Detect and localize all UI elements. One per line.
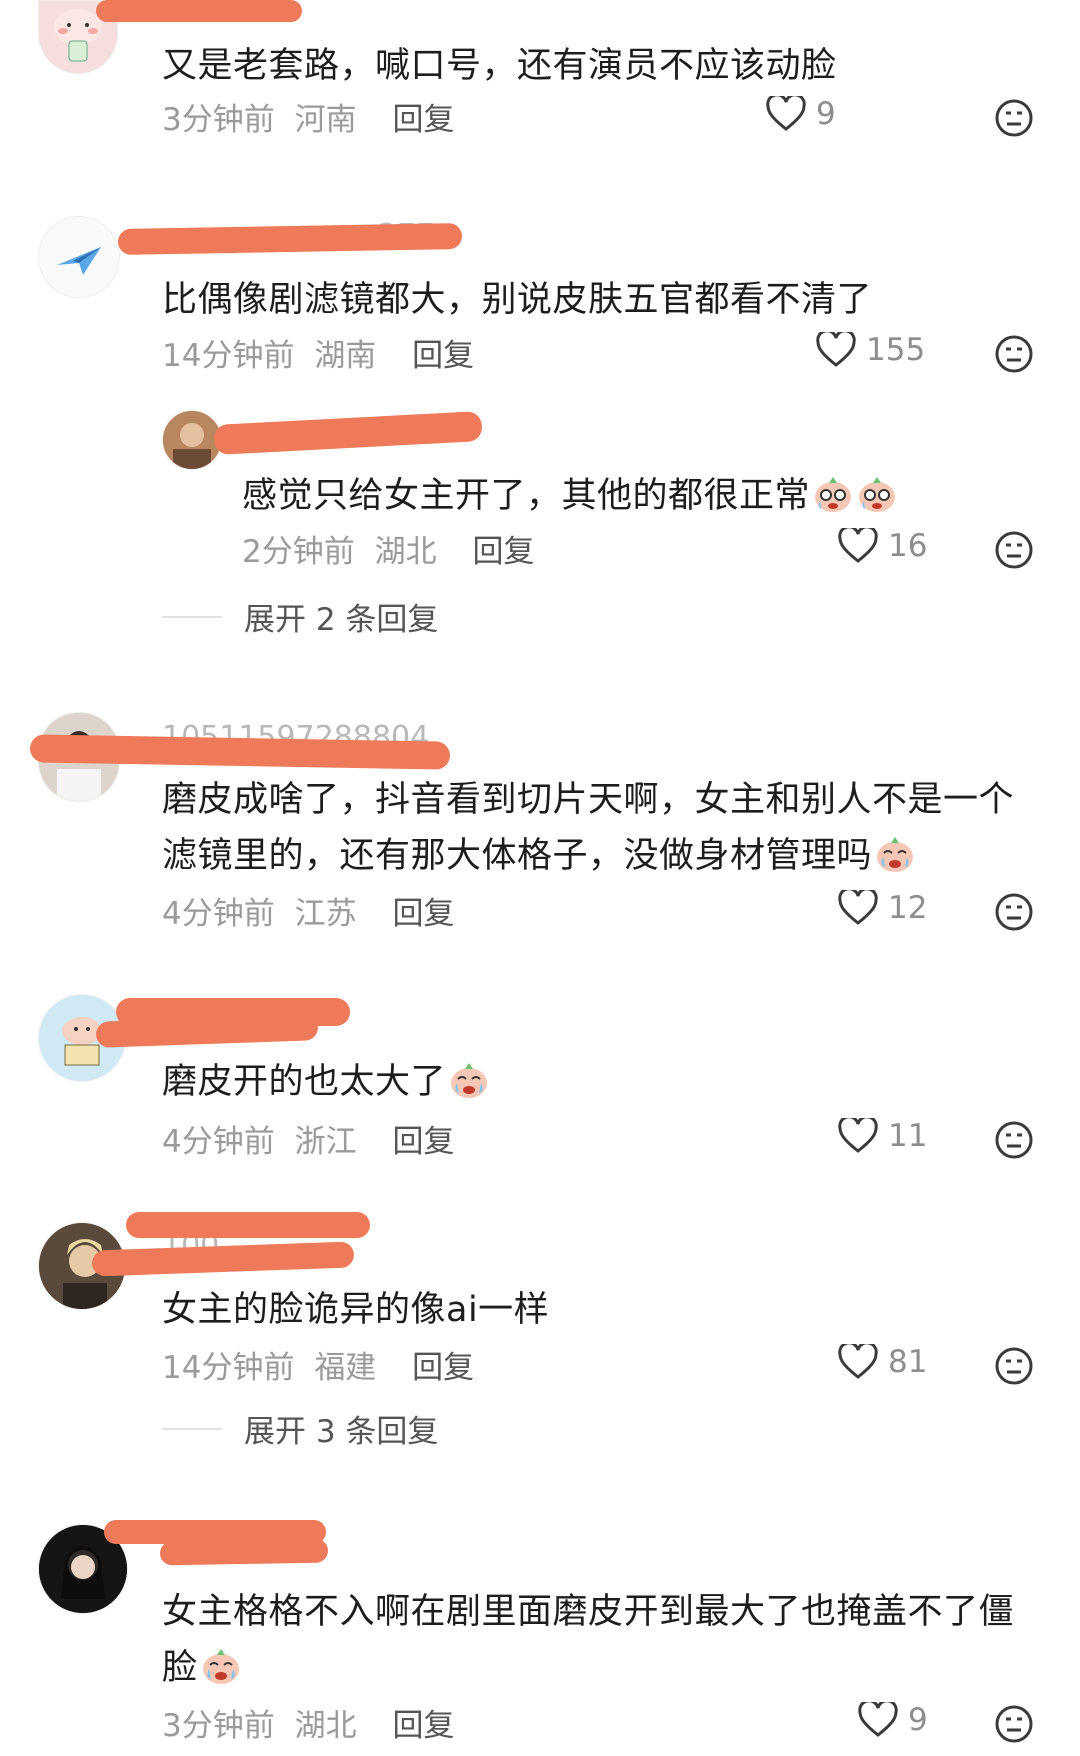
crying-face-emoji [202,1649,239,1684]
comment-time: 14分钟前 [162,338,295,374]
reply-button[interactable]: 回复 [412,338,474,374]
like-count: 81 [888,1344,928,1380]
avatar[interactable] [38,216,120,298]
like-count: 9 [816,96,836,132]
heart-outline-icon [766,96,806,131]
reply-button[interactable]: 回复 [392,1708,454,1744]
comment-location: 河南 [294,102,357,138]
comment-location: 浙江 [294,1124,357,1160]
comment-time: 3分钟前 [162,102,275,138]
heart-outline-icon [838,1344,878,1379]
comment-time: 4分钟前 [162,896,275,932]
neutral-face-icon[interactable] [994,1704,1034,1744]
comment-text: 女主的脸诡异的像ai一样 [162,1290,550,1330]
comment-meta: 3分钟前 湖北 回复 [162,1700,454,1745]
expand-replies-button[interactable]: 展开 2 条回复 [162,594,438,639]
comment-time: 3分钟前 [162,1708,275,1744]
like-count: 155 [866,332,926,368]
crying-face-emoji [859,477,896,512]
comment-meta: 4分钟前 浙江 回复 [162,1116,454,1161]
heart-outline-icon [838,890,878,925]
comment-text-line: 磨皮成啥了，抖音看到切片天啊，女主和别人不是一个 [162,780,1015,820]
comment-text-line: 脸 [162,1640,1042,1696]
reply-time: 2分钟前 [242,534,355,570]
neutral-face-icon[interactable] [994,1120,1034,1160]
reply-button[interactable]: 回复 [392,1124,454,1160]
neutral-face-icon[interactable] [994,1346,1034,1386]
comment-meta: 4分钟前 江苏 回复 [162,888,454,933]
like-button[interactable]: 9 [858,1702,928,1738]
reply-text: 感觉只给女主开了，其他的都很正常 [242,468,1042,524]
expand-label: 展开 3 条回复 [244,1414,439,1450]
username-redaction [91,1241,355,1277]
like-count: 11 [888,1118,928,1154]
comment-location: 江苏 [294,896,357,932]
comment-meta: 14分钟前 福建 回复 [162,1342,474,1387]
heart-outline-icon [816,332,856,367]
like-button[interactable]: 16 [838,528,927,564]
comment-location: 福建 [314,1350,377,1386]
comment-location: 湖南 [314,338,377,374]
comment-text-line: 女主格格不入啊在剧里面磨皮开到最大了也掩盖不了僵 [162,1592,1015,1632]
neutral-face-icon[interactable] [994,530,1034,570]
divider [162,615,222,618]
comment-text-line: 滤镜里的，还有那大体格子，没做身材管理吗 [162,828,1042,884]
like-button[interactable]: 155 [816,332,925,368]
comment-meta: 14分钟前 湖南 回复 [162,330,474,375]
reply-avatar[interactable] [162,410,222,470]
like-button[interactable]: 81 [838,1344,927,1380]
comment-location: 湖北 [294,1708,357,1744]
divider [162,1427,222,1430]
like-count: 12 [888,890,928,926]
like-button[interactable]: 12 [838,890,927,926]
comment-time: 4分钟前 [162,1124,275,1160]
reply-button[interactable]: 回复 [392,896,454,932]
reply-button[interactable]: 回复 [392,102,454,138]
reply-button[interactable]: 回复 [472,534,534,570]
like-count: 16 [888,528,928,564]
like-count: 9 [908,1702,928,1738]
crying-face-emoji [815,477,852,512]
comment-time: 14分钟前 [162,1350,295,1386]
comment-text: 磨皮开的也太大了 [162,1054,1042,1110]
comment-meta: 3分钟前 河南 回复 [162,94,454,139]
reply-meta: 2分钟前 湖北 回复 [242,526,534,571]
expand-replies-button[interactable]: 展开 3 条回复 [162,1406,438,1451]
heart-outline-icon [838,1118,878,1153]
neutral-face-icon[interactable] [994,892,1034,932]
crying-face-emoji [451,1063,488,1098]
neutral-face-icon[interactable] [994,98,1034,138]
username-redaction [126,1212,370,1238]
heart-outline-icon [838,528,878,563]
reply-button[interactable]: 回复 [412,1350,474,1386]
comment-text: 又是老套路，喊口号，还有演员不应该动脸 [162,46,837,86]
expand-label: 展开 2 条回复 [244,602,439,638]
comment-text: 比偶像剧滤镜都大，别说皮肤五官都看不清了 [162,280,873,320]
reply-location: 湖北 [374,534,437,570]
username-redaction [159,1538,329,1566]
heart-outline-icon [858,1702,898,1737]
crying-face-emoji [877,837,914,872]
neutral-face-icon[interactable] [994,334,1034,374]
like-button[interactable]: 9 [766,96,836,132]
username-redaction [96,0,302,22]
like-button[interactable]: 11 [838,1118,927,1154]
